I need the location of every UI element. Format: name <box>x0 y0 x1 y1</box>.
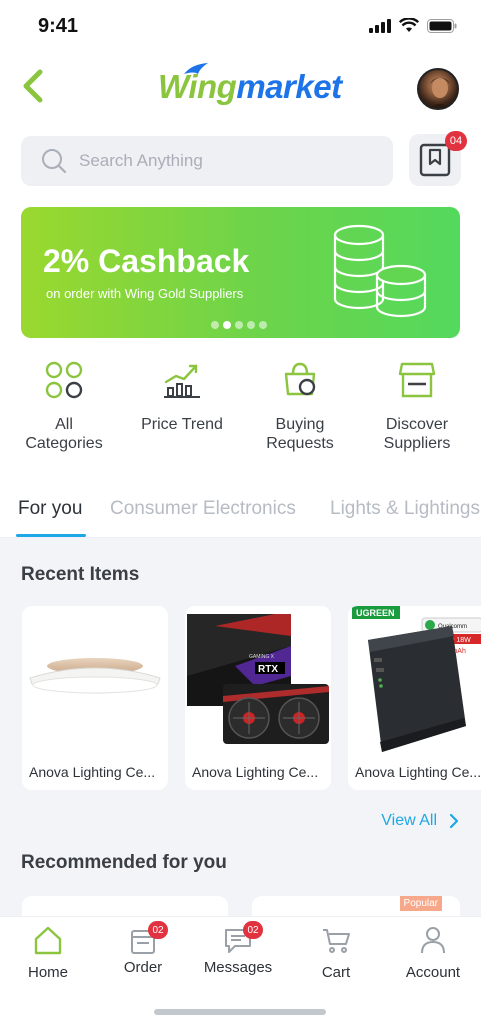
product-image-ceiling-light <box>29 658 161 694</box>
search-row: 04 <box>21 131 467 188</box>
product-card[interactable]: Anova Lighting Ce... <box>22 606 168 790</box>
chevron-right-icon <box>449 813 459 829</box>
product-image-power-bank: UGREEN Qualcomm PD 3.0 18W 20000mAh <box>352 606 481 752</box>
messages-icon-wrap: 02 <box>223 921 263 955</box>
product-card[interactable]: UGREEN Qualcomm PD 3.0 18W 20000mAh Anov… <box>348 606 481 790</box>
quick-menu-label-line2: Categories <box>25 435 103 452</box>
popular-tag: Popular <box>399 896 442 911</box>
recommended-title: Recommended for you <box>21 852 227 873</box>
quick-menu-discover-suppliers[interactable]: Discover Suppliers <box>357 360 477 453</box>
carousel-dots <box>211 321 267 329</box>
view-all-label: View All <box>381 812 437 829</box>
logo-text-market: market <box>236 68 342 105</box>
search-icon <box>42 149 67 174</box>
categories-icon <box>45 361 83 399</box>
quick-menu-label-line1: All <box>55 416 73 433</box>
nav-home[interactable]: Home <box>0 925 96 981</box>
search-input[interactable] <box>79 151 359 171</box>
home-icon <box>34 926 62 955</box>
back-button[interactable] <box>16 66 50 106</box>
carousel-dot[interactable] <box>235 321 243 329</box>
coins-icon <box>333 224 427 318</box>
status-time: 9:41 <box>38 15 79 37</box>
price-trend-icon <box>164 364 200 398</box>
quick-menu-label-line1: Buying <box>275 416 325 433</box>
quick-menu-buying-requests[interactable]: Buying Requests <box>240 360 360 453</box>
gpu-brand-sub: GAMING X <box>249 654 275 660</box>
search-box[interactable] <box>21 136 393 186</box>
quick-menu-label: Price Trend <box>122 415 242 434</box>
product-image-graphics-card: RTX GAMING X <box>187 614 329 744</box>
promo-banner[interactable]: 2% Cashback on order with Wing Gold Supp… <box>21 207 460 338</box>
bookmark-badge: 04 <box>445 131 467 151</box>
logo-text: Wingmarket <box>158 68 342 106</box>
nav-label: Cart <box>321 964 351 981</box>
nav-account[interactable]: Account <box>385 925 481 981</box>
quick-menu-all-categories[interactable]: All Categories <box>4 360 124 453</box>
store-icon <box>398 362 436 398</box>
nav-cart[interactable]: Cart <box>288 925 384 981</box>
nav-label: Home <box>27 964 68 981</box>
logo-text-wing: Wing <box>158 68 237 105</box>
status-icons <box>369 18 457 33</box>
ugreen-brand-text: UGREEN <box>356 608 395 618</box>
nav-label: Order <box>123 959 163 976</box>
banner-subtitle: on order with Wing Gold Suppliers <box>46 286 244 301</box>
quick-menu-label: Buying Requests <box>240 415 360 453</box>
tab-active-indicator <box>16 534 86 537</box>
recent-items-title: Recent Items <box>21 564 140 585</box>
recommended-card[interactable] <box>22 896 228 916</box>
quick-menu-price-trend[interactable]: Price Trend <box>122 360 242 434</box>
bookmark-icon <box>419 143 451 177</box>
wingmarket-logo[interactable]: Wingmarket <box>158 63 342 112</box>
quick-menu-label-line2: Suppliers <box>383 435 451 452</box>
banner-title: 2% Cashback <box>43 243 250 279</box>
carousel-dot[interactable] <box>247 321 255 329</box>
product-card-label: Anova Lighting Ce... <box>29 764 156 780</box>
quick-menu-label-line1: Price Trend <box>141 416 223 433</box>
tab-for-you[interactable]: For you <box>18 498 82 520</box>
signal-icon <box>369 18 391 33</box>
messages-badge: 02 <box>243 921 263 939</box>
status-bar: 9:41 <box>0 0 481 52</box>
quick-menu-label-line1: Discover <box>385 416 449 433</box>
recommended-card[interactable]: Popular <box>252 896 460 916</box>
view-all-link[interactable]: View All <box>381 812 459 830</box>
gpu-brand-text: RTX <box>258 664 278 675</box>
home-indicator <box>154 1009 326 1015</box>
avatar-face <box>429 78 451 108</box>
chevron-left-icon <box>23 69 43 103</box>
quick-menu-label: All Categories <box>4 415 124 453</box>
order-icon-wrap: 02 <box>128 921 168 955</box>
wifi-icon <box>399 18 419 32</box>
nav-label: Messages <box>203 959 273 976</box>
carousel-dot-active[interactable] <box>223 321 231 329</box>
cart-icon <box>323 929 350 953</box>
app-header: Wingmarket <box>0 58 481 118</box>
carousel-dot[interactable] <box>211 321 219 329</box>
tab-consumer-electronics[interactable]: Consumer Electronics <box>110 498 296 520</box>
main-content: Recent Items Anova Lighting Ce... RTX GA… <box>0 538 481 916</box>
buying-requests-icon <box>284 362 316 396</box>
tab-lights-lightings[interactable]: Lights & Lightings <box>330 498 480 520</box>
account-icon <box>421 927 445 954</box>
order-badge: 02 <box>148 921 168 939</box>
product-card-label: Anova Lighting Ce... <box>192 764 319 780</box>
nav-label: Account <box>405 964 461 981</box>
quick-menu-label-line2: Requests <box>266 435 334 452</box>
battery-icon <box>427 18 457 33</box>
user-avatar[interactable] <box>417 68 459 110</box>
product-card-label: Anova Lighting Ce... <box>355 764 481 780</box>
quick-menu-label: Discover Suppliers <box>357 415 477 453</box>
bottom-nav: Home 02 Order 02 Messages Cart Account <box>0 916 481 1024</box>
carousel-dot[interactable] <box>259 321 267 329</box>
nav-order[interactable]: 02 Order <box>95 921 191 976</box>
nav-messages[interactable]: 02 Messages <box>190 921 286 976</box>
category-tabs: For you Consumer Electronics Lights & Li… <box>0 490 481 538</box>
quick-menu: All Categories Price Trend Buying Requests… <box>0 360 481 460</box>
bookmark-button[interactable]: 04 <box>409 131 467 186</box>
product-card[interactable]: RTX GAMING X Anova Lighting Ce... <box>185 606 331 790</box>
